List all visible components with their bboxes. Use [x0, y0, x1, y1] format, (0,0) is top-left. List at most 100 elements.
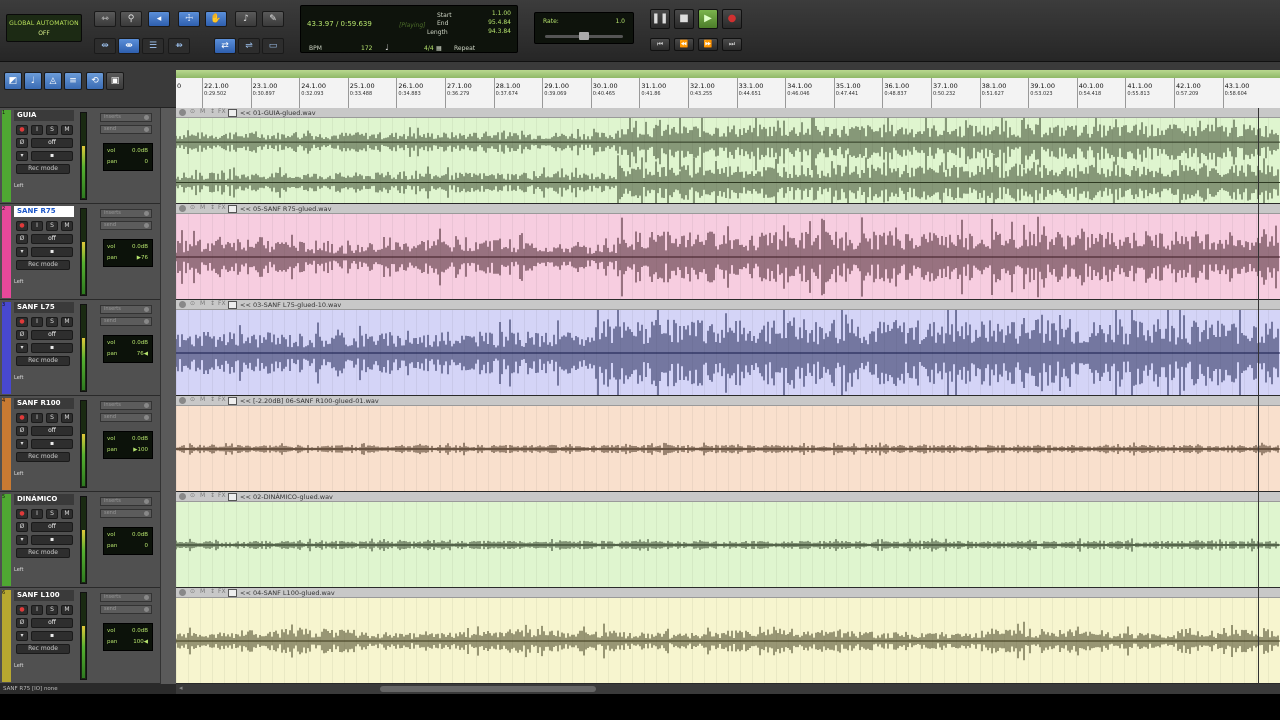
vol-pan-display[interactable]: vol 0.0dB pan 100◀ — [103, 623, 153, 651]
pencil-icon[interactable]: ✎ — [262, 11, 284, 27]
repeat-label[interactable]: Repeat — [454, 45, 475, 52]
automation-mode[interactable]: off — [31, 522, 73, 532]
input-monitor-button[interactable]: I — [31, 221, 43, 231]
mute-button[interactable]: M — [61, 509, 73, 519]
solo-button[interactable]: S — [46, 221, 58, 231]
record-enable-button[interactable]: ● — [16, 221, 28, 231]
track-name[interactable]: DINÁMICO — [14, 494, 74, 505]
record-enable-button[interactable]: ● — [16, 605, 28, 615]
counter-main[interactable]: 43.3.97 / 0:59.639 — [307, 20, 372, 28]
selection-bar[interactable] — [176, 70, 1280, 78]
clip-expand-icon[interactable] — [228, 397, 237, 405]
shuffle-icon[interactable]: ⇹ — [94, 38, 116, 54]
mute-button[interactable]: M — [61, 125, 73, 135]
hand-icon[interactable]: ✋ — [205, 11, 227, 27]
go-to-end-icon[interactable]: ⏭ — [722, 38, 742, 51]
zoomer-icon[interactable]: ⚲ — [120, 11, 142, 27]
solo-button[interactable]: S — [46, 605, 58, 615]
inserts-slot[interactable]: inserts — [100, 305, 152, 314]
automation-mode[interactable]: off — [31, 618, 73, 628]
rec-mode-button[interactable]: Rec mode — [16, 644, 70, 654]
lock-icon[interactable]: ▣ — [106, 72, 124, 90]
rate-slider[interactable] — [545, 32, 623, 40]
clip-expand-icon[interactable] — [228, 493, 237, 501]
inserts-slot[interactable]: inserts — [100, 209, 152, 218]
solo-button[interactable]: S — [46, 413, 58, 423]
record-enable-button[interactable]: ● — [16, 413, 28, 423]
chevron-down-icon[interactable]: ▾ — [16, 343, 28, 353]
clip-expand-icon[interactable] — [228, 301, 237, 309]
inserts-slot[interactable]: inserts — [100, 593, 152, 602]
mute-button[interactable]: M — [61, 413, 73, 423]
clip-expand-icon[interactable] — [228, 205, 237, 213]
inserts-slot[interactable]: inserts — [100, 113, 152, 122]
tempo-icon[interactable]: ♩ — [24, 72, 42, 90]
pan-value[interactable]: ▶100 — [133, 447, 148, 453]
bars-beats-ruler[interactable] — [176, 78, 1280, 108]
waveform[interactable] — [176, 406, 1280, 492]
stop-icon[interactable]: ■ — [674, 9, 694, 29]
vol-pan-display[interactable]: vol 0.0dB pan ▶76 — [103, 239, 153, 267]
nudge-icon[interactable]: ⇄ — [214, 38, 236, 54]
clip-name[interactable]: << 01-GUIA-glued.wav — [240, 108, 316, 118]
rec-mode-button[interactable]: Rec mode — [16, 260, 70, 270]
waveform[interactable] — [176, 502, 1280, 588]
track-name[interactable]: SANF R100 — [14, 398, 74, 409]
chevron-down-icon[interactable]: ▾ — [16, 151, 28, 161]
track-view-selector[interactable]: ▪ — [31, 439, 73, 449]
markers-icon[interactable]: ◬ — [44, 72, 62, 90]
clip-name[interactable]: << 04-SANF L100-glued.wav — [240, 588, 335, 598]
vol-pan-display[interactable]: vol 0.0dB pan 76◀ — [103, 335, 153, 363]
input-monitor-button[interactable]: I — [31, 317, 43, 327]
grid-icon[interactable]: ⇻ — [168, 38, 190, 54]
phase-button[interactable]: Ø — [16, 234, 28, 244]
chevron-down-icon[interactable]: ▾ — [16, 535, 28, 545]
rec-mode-button[interactable]: Rec mode — [16, 164, 70, 174]
track-list-scrollbar[interactable] — [160, 108, 176, 684]
solo-button[interactable]: S — [46, 509, 58, 519]
track-view-selector[interactable]: ▪ — [31, 631, 73, 641]
scroll-left-icon[interactable]: ◂ — [179, 684, 183, 692]
meter-value[interactable]: 4/4 — [424, 45, 434, 52]
clip-name[interactable]: << 03-SANF L75-glued-10.wav — [240, 300, 341, 310]
input-monitor-button[interactable]: I — [31, 413, 43, 423]
rec-mode-button[interactable]: Rec mode — [16, 548, 70, 558]
clip-expand-icon[interactable] — [228, 589, 237, 597]
grabber-icon[interactable]: ☩ — [178, 11, 200, 27]
chevron-down-icon[interactable]: ▾ — [16, 247, 28, 257]
mute-button[interactable]: M — [61, 221, 73, 231]
track-view-selector[interactable]: ▪ — [31, 151, 73, 161]
waveform[interactable] — [176, 214, 1280, 300]
insert-follow-icon[interactable]: ▭ — [262, 38, 284, 54]
horizontal-scrollbar[interactable]: ◂ — [176, 684, 1280, 694]
solo-button[interactable]: S — [46, 125, 58, 135]
input-monitor-button[interactable]: I — [31, 125, 43, 135]
input-monitor-button[interactable]: I — [31, 605, 43, 615]
track-name[interactable]: SANF L75 — [14, 302, 74, 313]
phase-button[interactable]: Ø — [16, 618, 28, 628]
track-lane[interactable]: ⊙ M ↕ FX << 03-SANF L75-glued-10.wav — [176, 300, 1280, 396]
link-icon[interactable]: ⇌ — [238, 38, 260, 54]
mute-button[interactable]: M — [61, 317, 73, 327]
pan-value[interactable]: 0 — [145, 543, 149, 549]
vol-pan-display[interactable]: vol 0.0dB pan 0 — [103, 527, 153, 555]
waveform[interactable] — [176, 310, 1280, 396]
vol-value[interactable]: 0.0dB — [132, 148, 148, 154]
automation-mode[interactable]: off — [31, 330, 73, 340]
vol-value[interactable]: 0.0dB — [132, 436, 148, 442]
clip-name[interactable]: << [-2.20dB] 06-SANF R100-glued-01.wav — [240, 396, 379, 406]
sends-slot[interactable]: send — [100, 317, 152, 326]
pan-value[interactable]: ▶76 — [137, 255, 148, 261]
track-view-selector[interactable]: ▪ — [31, 343, 73, 353]
track-lane[interactable]: ⊙ M ↕ FX << 01-GUIA-glued.wav — [176, 108, 1280, 204]
record-enable-button[interactable]: ● — [16, 317, 28, 327]
end-value[interactable]: 95.4.84 — [471, 19, 511, 26]
horizontal-scroll-thumb[interactable] — [380, 686, 596, 692]
pan-value[interactable]: 76◀ — [137, 351, 148, 357]
sends-slot[interactable]: send — [100, 413, 152, 422]
clip-expand-icon[interactable] — [228, 109, 237, 117]
trim-icon[interactable]: ◂ — [148, 11, 170, 27]
sends-slot[interactable]: send — [100, 509, 152, 518]
speaker-icon[interactable]: ♪ — [235, 11, 257, 27]
rec-mode-button[interactable]: Rec mode — [16, 452, 70, 462]
